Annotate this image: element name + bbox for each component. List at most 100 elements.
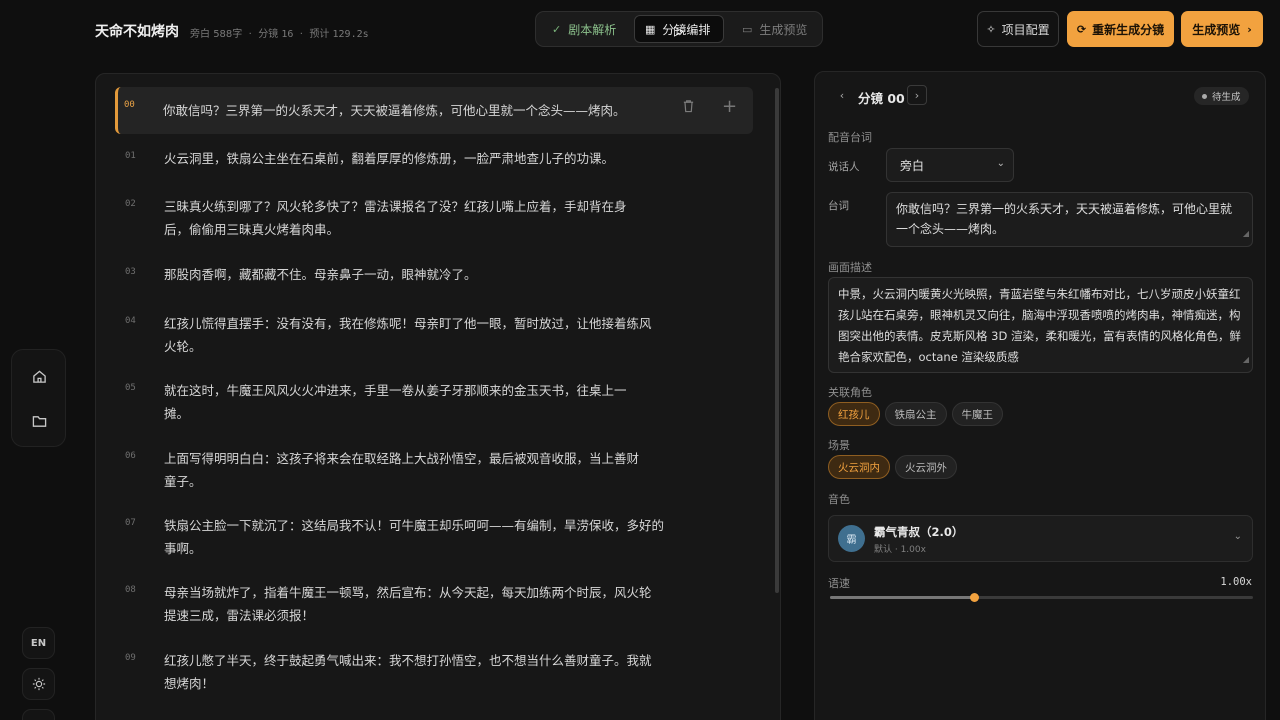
- meta-separator: ·: [299, 29, 303, 40]
- grid-icon: ▦: [645, 22, 656, 36]
- button-label: 生成预览: [1192, 22, 1241, 37]
- status-dot-icon: [1202, 93, 1207, 99]
- sparkle-icon: ✧: [986, 22, 996, 36]
- screen-icon: ▭: [742, 22, 753, 36]
- voice-sub: 默认 · 1.00x: [874, 545, 926, 555]
- desc-label: 画面描述: [828, 261, 872, 274]
- row-text: 红孩儿慌得直摆手：没有没有，我在修炼呢！母亲盯了他一眼，暂时放过，让他接着练风火…: [164, 316, 652, 354]
- row-number: 03: [125, 267, 136, 277]
- row-text: 那股肉香啊，藏都藏不住。母亲鼻子一动，眼神就冷了。: [164, 267, 477, 282]
- scrollbar[interactable]: [775, 88, 779, 593]
- plus-icon[interactable]: +: [722, 96, 737, 117]
- speed-value: 1.00x: [1220, 576, 1252, 588]
- line-label: 台词: [828, 200, 849, 212]
- generate-preview-button[interactable]: 生成预览 ›: [1181, 11, 1263, 47]
- resize-handle-icon[interactable]: ◢: [1243, 224, 1249, 244]
- side-nav: [11, 349, 66, 447]
- theme-toggle[interactable]: [22, 668, 55, 700]
- row-number: 00: [124, 100, 135, 110]
- scene-tags: 火云洞内 火云洞外: [828, 455, 957, 479]
- sun-icon: [32, 677, 45, 691]
- tag-scene[interactable]: 火云洞外: [895, 455, 957, 479]
- script-row-active[interactable]: 00 你敢信吗？三界第一的火系天才，天天被逼着修炼，可他心里就一个念头——烤肉。…: [115, 87, 753, 134]
- scene-label: 场景: [828, 439, 850, 452]
- next-segment-button[interactable]: ›: [907, 85, 927, 105]
- settings-toggle[interactable]: [22, 709, 55, 720]
- check-icon: ✓: [552, 22, 562, 36]
- header: 天命不如烤肉 旁白 588字 · 分镜 16 · 预计 129.2s ✓ 剧本解…: [0, 0, 1280, 62]
- chevron-right-icon: ›: [1247, 22, 1252, 36]
- status-badge: 待生成: [1194, 87, 1249, 105]
- character-tags: 红孩儿 铁扇公主 牛魔王: [828, 402, 1003, 426]
- row-text: 上面写得明明白白：这孩子将来会在取经路上大战孙悟空，最后被观音收服，当上善财童子…: [164, 451, 640, 489]
- chevron-down-icon: ⌄: [996, 158, 1005, 169]
- segment-detail-panel: ‹ 分镜 00 › 待生成 配音台词 说话人 旁白 ⌄ 台词 你敢信吗？三界第一…: [814, 71, 1266, 720]
- avatar: 霸: [838, 525, 865, 552]
- step-script-parse[interactable]: ✓ 剧本解析: [542, 15, 626, 43]
- tag-character[interactable]: 红孩儿: [828, 402, 880, 426]
- row-number: 05: [125, 383, 136, 393]
- folder-icon[interactable]: [24, 406, 54, 436]
- tag-character[interactable]: 牛魔王: [951, 402, 1003, 426]
- row-number: 08: [125, 585, 136, 595]
- row-number: 01: [125, 151, 136, 161]
- estimate-duration: 129.2s: [332, 29, 369, 40]
- characters-label: 关联角色: [828, 386, 872, 399]
- speed-slider[interactable]: [830, 593, 1253, 602]
- row-number: 09: [125, 653, 136, 663]
- slider-thumb[interactable]: [969, 593, 979, 602]
- description-text: 中景，火云洞内暖黄火光映照，青蓝岩壁与朱红幡布对比，七八岁顽皮小妖童红孩儿站在石…: [838, 287, 1241, 364]
- home-icon[interactable]: [24, 361, 54, 391]
- row-text: 红孩儿憋了半天，终于鼓起勇气喊出来：我不想打孙悟空，也不想当什么善财童子。我就想…: [164, 653, 652, 691]
- speaker-label: 说话人: [828, 161, 860, 173]
- line-textarea[interactable]: 你敢信吗？三界第一的火系天才，天天被逼着修炼，可他心里就一个念头——烤肉。 ◢: [886, 192, 1253, 247]
- chevron-down-icon: ⌄: [1233, 531, 1242, 542]
- description-textarea[interactable]: 中景，火云洞内暖黄火光映照，青蓝岩壁与朱红幡布对比，七八岁顽皮小妖童红孩儿站在石…: [828, 277, 1253, 373]
- segments-count: 16: [281, 29, 294, 40]
- meta-separator: ·: [248, 29, 252, 40]
- row-number: 04: [125, 316, 136, 326]
- row-text: 铁扇公主脸一下就沉了：这结局我不认！可牛魔王却乐呵呵——有编制，旱涝保收，多好的…: [164, 518, 665, 556]
- prev-segment-button[interactable]: ‹: [832, 85, 852, 105]
- chevron-right-icon: ›: [914, 88, 920, 102]
- project-config-button[interactable]: ✧ 项目配置: [977, 11, 1059, 47]
- resize-handle-icon[interactable]: ◢: [1243, 349, 1249, 370]
- row-number: 07: [125, 518, 136, 528]
- language-toggle[interactable]: EN: [22, 627, 55, 659]
- button-label: 重新生成分镜: [1092, 22, 1165, 37]
- chevron-left-icon: ‹: [839, 88, 845, 102]
- row-text: 火云洞里，铁扇公主坐在石桌前，翻着厚厚的修炼册，一脸严肃地查儿子的功课。: [164, 151, 615, 166]
- voice-name: 霸气青叔（2.0）: [874, 525, 964, 539]
- segments-label: 分镜: [258, 29, 279, 40]
- script-list-panel: 00 你敢信吗？三界第一的火系天才，天天被逼着修炼，可他心里就一个念头——烤肉。…: [95, 73, 781, 720]
- voice-select[interactable]: 霸 霸气青叔（2.0） 默认 · 1.00x ⌄: [828, 515, 1253, 562]
- narration-label: 旁白: [190, 29, 210, 40]
- step-preview[interactable]: ▭ 生成预览: [732, 15, 817, 43]
- speaker-select[interactable]: 旁白 ⌄: [886, 148, 1014, 182]
- project-meta: 旁白 588字 · 分镜 16 · 预计 129.2s: [190, 25, 369, 40]
- row-text: 三昧真火练到哪了？风火轮多快了？雷法课报名了没？红孩儿嘴上应着，手却背在身后，偷…: [164, 199, 627, 237]
- mouse-cursor-icon: ▷: [674, 24, 684, 39]
- status-text: 待生成: [1212, 92, 1241, 103]
- speed-label: 语速: [828, 577, 850, 590]
- voice-label: 音色: [828, 493, 850, 506]
- button-label: 项目配置: [1001, 22, 1050, 37]
- segment-title: 分镜 00: [858, 91, 905, 106]
- step-label: 生成预览: [759, 22, 808, 37]
- regenerate-storyboard-button[interactable]: ⟳ 重新生成分镜: [1067, 11, 1174, 47]
- estimate-label: 预计: [309, 29, 330, 40]
- row-number: 06: [125, 451, 136, 461]
- row-text: 就在这时，牛魔王风风火火冲进来，手里一卷从姜子牙那顺来的金玉天书，往桌上一摊。: [164, 383, 627, 421]
- step-label: 分镜编排: [662, 22, 711, 37]
- slider-fill: [830, 596, 974, 599]
- tag-scene[interactable]: 火云洞内: [828, 455, 890, 479]
- tag-character[interactable]: 铁扇公主: [884, 402, 947, 426]
- row-text: 母亲当场就炸了，指着牛魔王一顿骂，然后宣布：从今天起，每天加练两个时辰，风火轮提…: [164, 585, 652, 623]
- project-title: 天命不如烤肉: [95, 24, 179, 40]
- row-text: 你敢信吗？三界第一的火系天才，天天被逼着修炼，可他心里就一个念头——烤肉。: [163, 103, 626, 118]
- speaker-value: 旁白: [900, 158, 925, 173]
- dub-section-label: 配音台词: [828, 131, 872, 144]
- char-count: 588字: [213, 29, 243, 40]
- refresh-icon: ⟳: [1076, 22, 1087, 36]
- trash-icon[interactable]: [682, 99, 695, 117]
